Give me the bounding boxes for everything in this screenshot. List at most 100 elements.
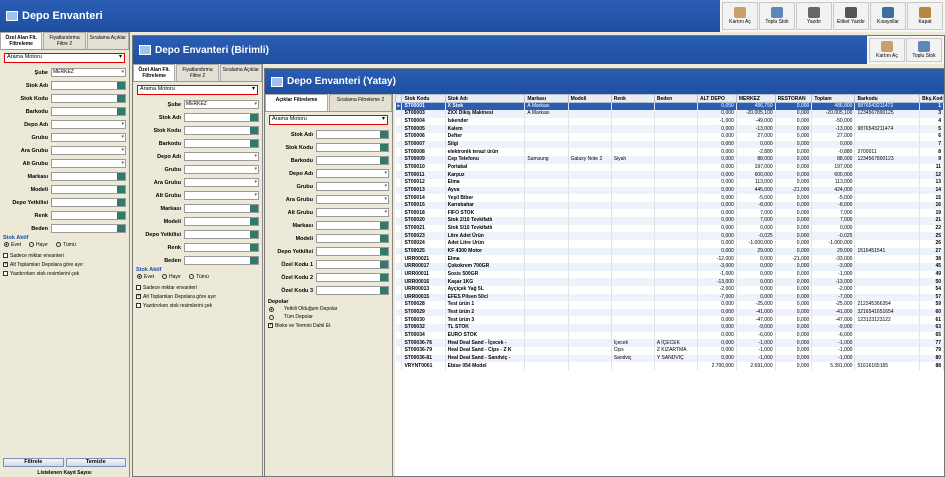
check-yazd-r-rken-stok-resimlerini-c-ek[interactable]: Yazdırırken stok resimlerini çek [133,301,262,310]
field-input-depo-yetkilisi[interactable] [184,230,259,239]
field-input-barkodu[interactable] [184,139,259,148]
table-row[interactable]: ST00025 KF 4300 Motor 0,000 29,000 0,000 29,0… [395,247,944,256]
search-icon[interactable] [250,244,258,251]
search-icon[interactable] [250,231,258,238]
column-header-merkez[interactable]: MERKEZ [735,94,776,103]
search-icon[interactable] [250,218,258,225]
field-input-renk[interactable] [184,243,259,252]
column-header-modeli[interactable]: Modeli [567,94,612,103]
field-input-modeli[interactable] [51,185,126,194]
radio-tu-mu[interactable]: Tümü [55,242,76,248]
field-input-grubu[interactable] [316,182,389,191]
search-icon[interactable] [117,199,125,206]
search-icon[interactable] [250,257,258,264]
field-input-stok-kodu[interactable] [316,143,389,152]
field-input-grubu[interactable] [184,165,259,174]
table-row[interactable]: ST00011 Karpuz 0,000 600,000 0,000 600,000 12 [395,171,944,179]
table-row[interactable]: ST00015 Karnıbahar 0,000 -8,000 0,000 -8,000 1… [395,201,944,210]
tab-fiyatland-rma-filtre-2[interactable]: Fiyatlandırma Filtre 2 [43,32,86,49]
field-input-stok-ad[interactable] [316,130,389,139]
search-icon[interactable] [117,212,125,219]
table-row[interactable]: ST00020 Stok 2/10 Tevkifatlı 0,000 7,000 0,0… [395,217,944,225]
table-row[interactable]: ST00036-76 Heal Deal Sand - İçecek - İçece… [395,339,944,347]
search-icon[interactable] [250,205,258,212]
clear-button[interactable]: Temizle [65,458,126,467]
tab-s-ralama-ac-klar[interactable]: Sıralama Açıklar [219,64,262,81]
search-icon[interactable] [250,140,258,147]
column-header-alt-depo[interactable]: ALT DEPO [696,94,737,103]
table-row[interactable]: ST00003 ZXX Dikiş Makinesi A Markası 0,000-… [395,110,944,118]
toolbar-button-kart-n-ac[interactable]: Kartını Aç [722,2,758,30]
radio-hay-r[interactable]: Hayır [29,242,48,248]
field-input-o-zel-kodu-2[interactable] [316,273,389,282]
table-row[interactable]: ST00034 EURO STOK 0,000 -6,000 0,000 -6,000 65 [395,331,944,340]
table-row[interactable]: ST00032 TL STOK 0,000 -9,000 0,000 -9,000 63 [395,324,944,332]
table-row[interactable]: ST00007 Silgi 0,000 0,000 0,000 0,000 7 [395,140,944,149]
toolbar-button-kapat[interactable]: Kapat [907,2,943,30]
column-header-stok-ad[interactable]: Stok Adı [444,94,526,103]
field-input-depo-ad[interactable] [316,169,389,178]
table-row[interactable]: ST00014 Yeşil Biber 0,000 -5,000 0,000 -5,000… [395,194,944,202]
field-input-depo-yetkilisi[interactable] [316,247,389,256]
field-input-barkodu[interactable] [51,107,126,116]
column-header-stok-kodu[interactable]: Stok Kodu [401,94,446,103]
check-yazd-r-rken-stok-resimlerini-c-ek[interactable]: Yazdırırken stok resimlerini çek [0,269,129,278]
tab-o-zel-alan-flt-filtreleme[interactable]: Özel Alan Flt. Filtreleme [0,32,43,49]
table-row[interactable]: ▸ ST00001 X Stok A Markası 0,050 486,750 0,000… [395,102,944,111]
table-row[interactable]: VRYNT0001 Ebise 054 Model 2.700,000 2.691,0… [395,362,944,370]
search-icon[interactable] [117,108,125,115]
toolbar-button-etiket-yazd-r[interactable]: Etiket Yazdır [833,2,869,30]
search-icon[interactable] [380,248,388,255]
field-input-stok-kodu[interactable] [51,94,126,103]
table-row[interactable]: ST00006 Defter 0,000 27,000 0,000 27,000 6 [395,133,944,141]
table-row[interactable]: URR00013 Ayçiçek Yağ 5L -2,000 0,000 0,000 -2… [395,285,944,294]
table-row[interactable]: ST00036-79 Heal Deal Sand - Cips - Z K Cip… [395,347,944,355]
table-row[interactable]: ST00024 Adet Litre Ürün 0,000 -1.000,000 0,0… [395,240,944,248]
field-input-markas[interactable] [316,221,389,230]
tab-fiyatland-rma-filtre-2[interactable]: Fiyatlandırma Filtre 2 [176,64,219,81]
column-header-barkodu[interactable]: Barkodu [854,94,921,103]
column-header-beden[interactable]: Beden [653,94,698,103]
toolbar-button-toplu-stok[interactable]: Toplu Stok [759,2,795,30]
tab-o-zel-alan-flt-filtreleme[interactable]: Özel Alan Flt. Filtreleme [133,64,176,81]
toolbar-button-yazd-r[interactable]: Yazdır [796,2,832,30]
field-input-ara-grubu[interactable] [51,146,126,155]
tab-s-ralama-ac-klar[interactable]: Sıralama Açıklar [86,32,129,49]
table-row[interactable]: ST00036-81 Heal Deal Sand - Sandviç - Sand… [395,354,944,363]
field-input-markas[interactable] [184,204,259,213]
tab-s-ralama-filtreleme-2[interactable]: Sıralama Filtreleme 2 [329,94,392,111]
field-input-grubu[interactable] [51,133,126,142]
toolbar-button-k-sayollar[interactable]: Kısayollar [870,2,906,30]
table-row[interactable]: ST00029 Test ürün 2 0,000 -41,000 0,000 -41,0… [395,308,944,317]
table-row[interactable]: URR00016 Kaşar 1KG -13,000 0,000 0,000 -13,00… [395,278,944,286]
field-input-markas[interactable] [51,172,126,181]
table-row[interactable]: ST00005 Kalem 0,000 -13,000 0,000 -13,000 9876… [395,125,944,134]
table-row[interactable]: URR00021 Elma -12,000 0,000 -21,000 -33,000 38 [395,255,944,263]
column-header-bks-kodu[interactable]: Bkş.Kodu [919,94,944,103]
search-icon[interactable] [380,235,388,242]
table-row[interactable]: URR00017 Çokokrem 700GR -3,000 0,000 0,000 -3… [395,262,944,271]
field-input-stok-kodu[interactable] [184,126,259,135]
table-row[interactable]: ST00023 Litre Adet Ürün 0,000 -0,025 0,000 -0… [395,232,944,241]
search-icon[interactable] [380,131,388,138]
check-alt-toplamlar-depolara-go-re-ay-r[interactable]: ✓ Alt Toplamları Depolara göre ayır [133,292,262,301]
field-input-stok-ad[interactable] [51,81,126,90]
field-input-stok-ad[interactable] [184,113,259,122]
table-row[interactable]: URR00011 Sosis 500GR -1,000 0,000 0,000 -1,00… [395,270,944,279]
check-alt-toplamlar-depolara-go-re-ay-r[interactable]: ✓ Alt Toplamları Depolara göre ayır [0,260,129,269]
search-icon[interactable] [250,114,258,121]
check-sadece-miktar-envanteri[interactable]: Sadece miktar envanteri [0,251,129,260]
field-input-o-zel-kodu-1[interactable] [316,260,389,269]
field-input-ara-grubu[interactable] [316,195,389,204]
table-row[interactable]: ST00008 elektronik terazi ürün 0,000 -2,880… [395,148,944,156]
field-input-alt-grubu[interactable] [184,191,259,200]
radio-evet[interactable]: Evet [4,242,21,248]
search-engine-select[interactable]: Arama Motoru [4,53,125,63]
table-row[interactable]: ST00018 FIFO STOK 0,000 7,000 0,000 7,000 19 [395,209,944,218]
field-input-modeli[interactable] [184,217,259,226]
table-row[interactable]: ST00004 İskender -1,000 -49,000 0,000 -50,000… [395,117,944,126]
table-row[interactable]: ST00013 Ayva 0,000 445,000 -21,000 424,000 14 [395,186,944,195]
table-row[interactable]: ST00030 Test ürün 3 0,000 -47,000 0,000 -47,0… [395,316,944,325]
search-icon[interactable] [380,287,388,294]
field-input-alt-grubu[interactable] [316,208,389,217]
